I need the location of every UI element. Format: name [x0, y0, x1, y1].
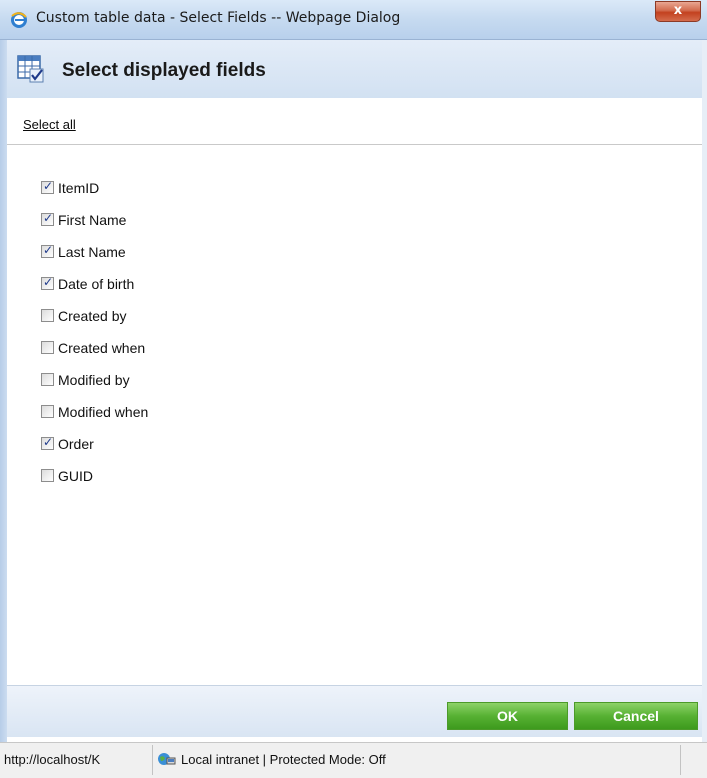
cancel-button[interactable]: Cancel — [574, 702, 698, 730]
security-zone-text: Local intranet | Protected Mode: Off — [181, 752, 386, 767]
field-checkbox[interactable] — [41, 469, 54, 482]
field-checkbox[interactable] — [41, 405, 54, 418]
status-url: http://localhost/K — [4, 752, 101, 767]
field-label[interactable]: Last Name — [58, 244, 126, 260]
select-fields-icon — [17, 55, 45, 83]
field-label[interactable]: First Name — [58, 212, 126, 228]
window-title: Custom table data - Select Fields -- Web… — [36, 10, 401, 26]
field-checkbox[interactable] — [41, 435, 54, 450]
field-label[interactable]: GUID — [58, 468, 93, 484]
field-label[interactable]: Created by — [58, 308, 126, 324]
dialog-title: Select displayed fields — [62, 60, 266, 81]
field-label[interactable]: Date of birth — [58, 276, 134, 292]
window-frame-right — [702, 40, 707, 778]
field-checkbox[interactable] — [41, 179, 54, 194]
field-checkbox[interactable] — [41, 211, 54, 226]
status-divider — [152, 745, 153, 775]
field-label[interactable]: ItemID — [58, 180, 99, 196]
toolbar — [7, 98, 702, 145]
field-label[interactable]: Created when — [58, 340, 145, 356]
field-checkbox[interactable] — [41, 341, 54, 354]
close-button[interactable]: x — [655, 1, 701, 22]
window-frame-left — [0, 40, 7, 778]
status-divider-right — [680, 745, 681, 775]
field-label[interactable]: Modified when — [58, 404, 148, 420]
field-checkbox[interactable] — [41, 373, 54, 386]
select-all-link[interactable]: Select all — [23, 117, 76, 132]
ok-button[interactable]: OK — [447, 702, 568, 730]
field-checkbox[interactable] — [41, 309, 54, 322]
internet-explorer-icon — [10, 11, 28, 29]
field-checkbox[interactable] — [41, 275, 54, 290]
field-label[interactable]: Modified by — [58, 372, 130, 388]
field-checkbox[interactable] — [41, 243, 54, 258]
local-intranet-icon — [156, 750, 176, 768]
field-label[interactable]: Order — [58, 436, 94, 452]
